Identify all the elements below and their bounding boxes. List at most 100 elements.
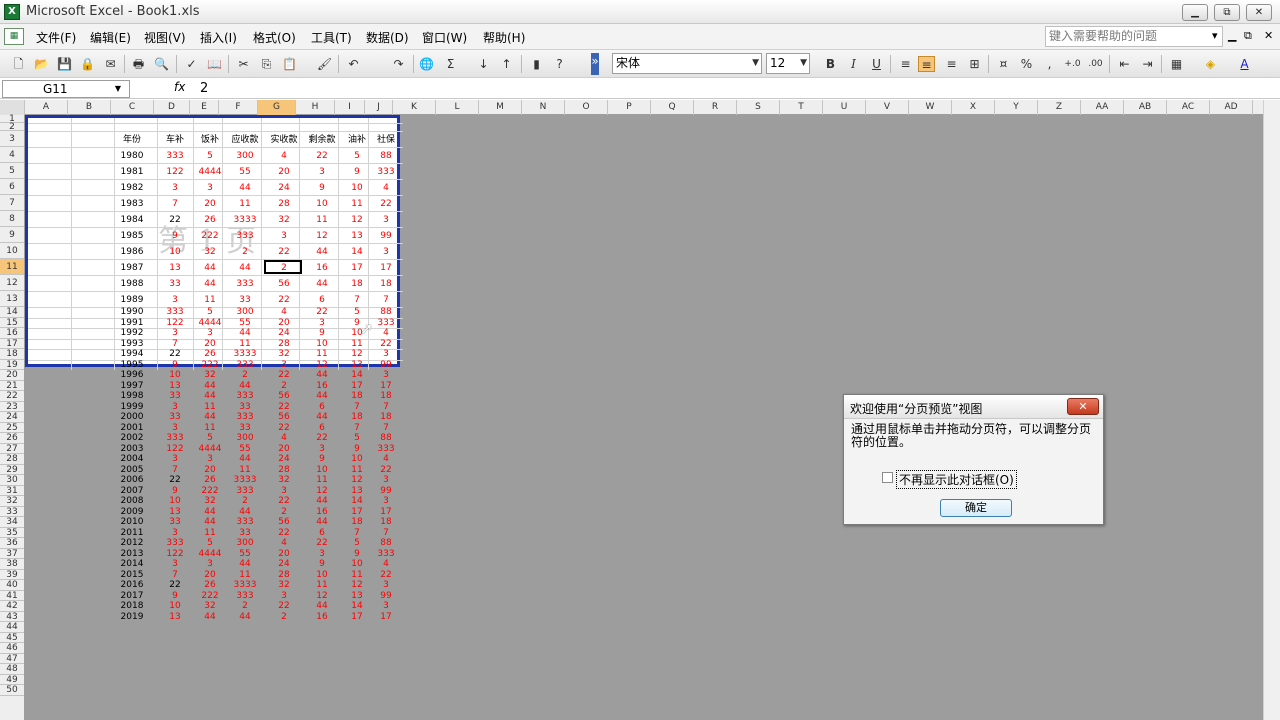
font-color-icon[interactable]: A: [1236, 56, 1253, 72]
data-cell[interactable]: 333: [223, 591, 267, 602]
data-cell[interactable]: 22: [364, 339, 408, 350]
formula-input[interactable]: 2: [200, 81, 208, 96]
column-header-ac[interactable]: AC: [1167, 100, 1210, 115]
year-cell[interactable]: 1985: [110, 230, 154, 242]
data-cell[interactable]: 18: [364, 278, 408, 290]
column-header-y[interactable]: Y: [995, 100, 1038, 115]
toolbar-options-icon[interactable]: »: [591, 53, 599, 75]
fill-color-icon[interactable]: ◈: [1202, 56, 1219, 72]
column-header-x[interactable]: X: [952, 100, 995, 115]
year-cell[interactable]: 2019: [110, 612, 154, 623]
workbook-restore-button[interactable]: ⧉: [1244, 29, 1252, 43]
row-header-29[interactable]: 29: [0, 465, 24, 475]
year-cell[interactable]: 1998: [110, 391, 154, 402]
dialog-close-button[interactable]: ✕: [1067, 398, 1099, 415]
data-cell[interactable]: 333: [364, 444, 408, 455]
currency-icon[interactable]: ¤: [995, 56, 1012, 72]
workbook-close-button[interactable]: ✕: [1264, 29, 1273, 42]
menu-insert[interactable]: 插入(I): [200, 29, 237, 46]
year-cell[interactable]: 1997: [110, 381, 154, 392]
dont-show-again-label[interactable]: 不再显示此对话框(O): [896, 470, 1017, 489]
data-cell[interactable]: 44: [223, 182, 267, 194]
year-cell[interactable]: 1982: [110, 182, 154, 194]
data-cell[interactable]: 3: [364, 370, 408, 381]
year-cell[interactable]: 2016: [110, 580, 154, 591]
year-cell[interactable]: 2006: [110, 475, 154, 486]
excel-app-icon[interactable]: X: [4, 4, 20, 20]
column-header-b[interactable]: B: [68, 100, 111, 115]
year-cell[interactable]: 1994: [110, 349, 154, 360]
data-cell[interactable]: 22: [364, 570, 408, 581]
year-cell[interactable]: 1986: [110, 246, 154, 258]
hyperlink-icon[interactable]: 🌐: [418, 56, 435, 72]
row-header-14[interactable]: 14: [0, 307, 24, 318]
data-cell[interactable]: 3333: [223, 580, 267, 591]
data-cell[interactable]: 88: [364, 538, 408, 549]
row-header-50[interactable]: 50: [0, 685, 24, 696]
year-cell[interactable]: 2002: [110, 433, 154, 444]
column-header-ab[interactable]: AB: [1124, 100, 1167, 115]
row-header-6[interactable]: 6: [0, 179, 24, 195]
data-cell[interactable]: 333: [223, 391, 267, 402]
row-header-11[interactable]: 11: [0, 259, 24, 275]
row-header-47[interactable]: 47: [0, 654, 24, 664]
data-cell[interactable]: 333: [364, 549, 408, 560]
data-cell[interactable]: 3: [364, 496, 408, 507]
menu-data[interactable]: 数据(D): [366, 29, 409, 46]
cut-icon[interactable]: ✂: [235, 56, 252, 72]
insert-function-icon[interactable]: fx: [174, 80, 185, 94]
year-cell[interactable]: 2005: [110, 465, 154, 476]
data-cell[interactable]: 11: [223, 465, 267, 476]
column-header-w[interactable]: W: [909, 100, 952, 115]
header-cell[interactable]: 应收款: [223, 134, 267, 146]
year-cell[interactable]: 1990: [110, 307, 154, 318]
comma-icon[interactable]: ,: [1041, 56, 1058, 72]
help-search-input[interactable]: 键入需要帮助的问题: [1045, 26, 1223, 47]
row-header-18[interactable]: 18: [0, 349, 24, 360]
permission-icon[interactable]: 🔒: [79, 56, 96, 72]
data-cell[interactable]: 99: [364, 591, 408, 602]
row-header-49[interactable]: 49: [0, 675, 24, 685]
data-cell[interactable]: 3: [364, 475, 408, 486]
year-cell[interactable]: 2015: [110, 570, 154, 581]
align-left-icon[interactable]: ≡: [897, 56, 914, 72]
data-cell[interactable]: 2: [223, 370, 267, 381]
row-header-19[interactable]: 19: [0, 360, 24, 370]
data-cell[interactable]: 33: [223, 528, 267, 539]
data-cell[interactable]: 17: [364, 612, 408, 623]
copy-icon[interactable]: ⎘: [258, 56, 275, 72]
data-cell[interactable]: 3333: [223, 475, 267, 486]
row-header-42[interactable]: 42: [0, 601, 24, 612]
row-header-30[interactable]: 30: [0, 475, 24, 486]
data-cell[interactable]: 99: [364, 230, 408, 242]
data-cell[interactable]: 44: [223, 454, 267, 465]
data-cell[interactable]: 333: [223, 517, 267, 528]
data-cell[interactable]: 44: [223, 559, 267, 570]
open-icon[interactable]: 📂: [33, 56, 50, 72]
data-cell[interactable]: 55: [223, 444, 267, 455]
row-header-32[interactable]: 32: [0, 496, 24, 507]
new-icon[interactable]: 🗋: [10, 56, 27, 72]
row-header-16[interactable]: 16: [0, 328, 24, 339]
column-header-f[interactable]: F: [219, 100, 258, 115]
data-cell[interactable]: 18: [364, 391, 408, 402]
data-cell[interactable]: 33: [223, 423, 267, 434]
column-header-t[interactable]: T: [780, 100, 823, 115]
year-cell[interactable]: 2003: [110, 444, 154, 455]
vertical-scrollbar[interactable]: [1263, 100, 1280, 720]
year-cell[interactable]: 2000: [110, 412, 154, 423]
row-header-9[interactable]: 9: [0, 227, 24, 243]
column-header-i[interactable]: I: [335, 100, 365, 115]
row-header-22[interactable]: 22: [0, 391, 24, 402]
column-header-c[interactable]: C: [111, 100, 154, 115]
close-window-button[interactable]: ✕: [1246, 4, 1272, 21]
row-header-15[interactable]: 15: [0, 318, 24, 328]
row-header-24[interactable]: 24: [0, 412, 24, 423]
data-cell[interactable]: 11: [223, 339, 267, 350]
row-header-20[interactable]: 20: [0, 370, 24, 381]
restore-button[interactable]: ⧉: [1214, 4, 1240, 21]
autosum-icon[interactable]: Σ: [442, 56, 459, 72]
align-right-icon[interactable]: ≡: [943, 56, 960, 72]
increase-indent-icon[interactable]: ⇥: [1139, 56, 1156, 72]
data-cell[interactable]: 2: [223, 496, 267, 507]
